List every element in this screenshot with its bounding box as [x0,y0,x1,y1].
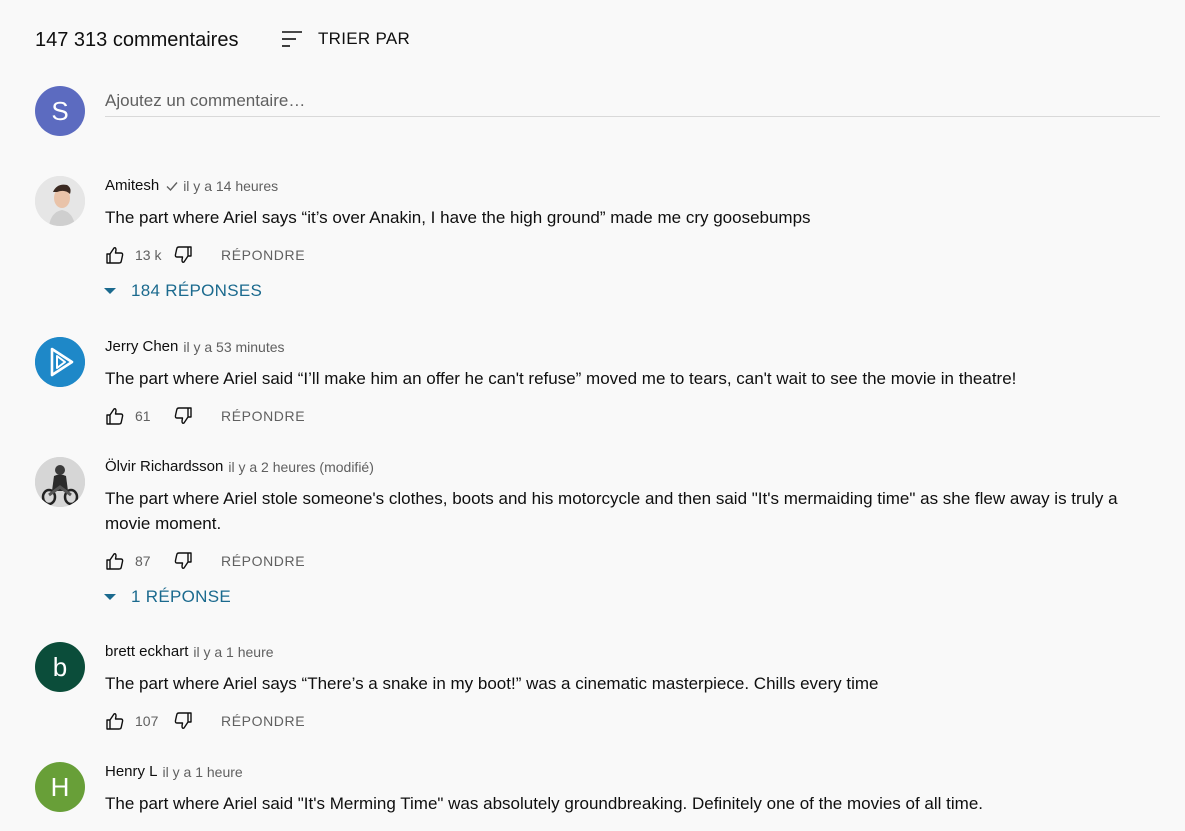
comment-timestamp[interactable]: il y a 1 heure [163,762,243,782]
add-comment: S [35,86,1160,136]
comment-text: The part where Ariel says “There’s a sna… [105,674,879,693]
comment-timestamp[interactable]: il y a 1 heure [193,642,273,662]
sort-label: TRIER PAR [318,29,411,48]
thumbs-down-icon[interactable] [173,245,193,265]
thumbs-down-icon[interactable] [173,406,193,426]
replies-count: 1 RÉPONSE [131,587,232,606]
author-name[interactable]: Henry L [105,762,158,782]
like-count: 13 k [135,247,162,263]
caret-down-icon [104,594,116,600]
comment-meta: Amitesh il y a 14 heures [105,176,1125,196]
thumbs-up-icon[interactable] [105,245,125,265]
comment-count: 147 313 commentaires [35,28,239,51]
avatar-motorcycle-image [35,457,85,507]
comment-input[interactable] [105,86,1160,117]
comment-body: Jerry Chen il y a 53 minutes The part wh… [105,337,1125,428]
replies-count: 184 RÉPONSES [131,281,263,300]
like-count: 107 [135,713,159,729]
comment-meta: brett eckhart il y a 1 heure [105,642,1125,662]
comment-body: Ölvir Richardsson il y a 2 heures (modif… [103,457,1125,607]
avatar[interactable] [35,176,85,226]
author-name[interactable]: Amitesh [105,176,159,196]
thumbs-up-icon[interactable] [105,711,125,731]
thumbs-up-icon[interactable] [105,551,125,571]
avatar[interactable]: H [35,762,85,812]
comment-text: The part where Ariel stole someone's clo… [105,489,1118,533]
play-logo-icon [35,337,85,387]
like-count: 87 [135,553,151,569]
comment-text: The part where Ariel said "It's Merming … [105,794,983,813]
comment-meta: Jerry Chen il y a 53 minutes [105,337,1125,357]
comment-actions: 61 RÉPONDRE [105,404,1125,428]
comment-meta: Ölvir Richardsson il y a 2 heures (modif… [105,457,1125,477]
reply-button[interactable]: RÉPONDRE [221,553,305,569]
reply-button[interactable]: RÉPONDRE [221,713,305,729]
author-name[interactable]: Jerry Chen [105,337,178,357]
comment-body: Henry L il y a 1 heure The part where Ar… [105,762,1125,816]
comment-body: Amitesh il y a 14 heures The part where … [103,176,1125,301]
sort-lines-icon [282,31,302,47]
author-name[interactable]: brett eckhart [105,642,188,662]
comments-header: 147 313 commentaires [35,26,238,54]
like-count: 61 [135,408,151,424]
thumbs-down-icon[interactable] [173,711,193,731]
reply-button[interactable]: RÉPONDRE [221,408,305,424]
comment-actions: 13 k RÉPONDRE [105,243,1125,267]
sort-button[interactable]: TRIER PAR [280,28,410,50]
comment-timestamp[interactable]: il y a 14 heures [183,176,278,196]
comment-actions: 87 RÉPONDRE [105,549,1125,573]
thumbs-down-icon[interactable] [173,551,193,571]
avatar[interactable] [35,337,85,387]
view-replies-button[interactable]: 1 RÉPONSE [103,587,1125,607]
avatar-portrait-image [35,176,85,226]
avatar[interactable] [35,457,85,507]
author-name[interactable]: Ölvir Richardsson [105,457,223,477]
view-replies-button[interactable]: 184 RÉPONSES [103,281,1125,301]
reply-button[interactable]: RÉPONDRE [221,247,305,263]
comment-text: The part where Ariel says “it’s over Ana… [105,208,811,227]
verified-check-icon [166,182,178,192]
current-user-avatar[interactable]: S [35,86,85,136]
avatar[interactable]: b [35,642,85,692]
caret-down-icon [104,288,116,294]
comment-actions: 107 RÉPONDRE [105,709,1125,733]
comment-text: The part where Ariel said “I’ll make him… [105,369,1017,388]
thumbs-up-icon[interactable] [105,406,125,426]
comment-body: brett eckhart il y a 1 heure The part wh… [105,642,1125,733]
comment-timestamp[interactable]: il y a 53 minutes [183,337,284,357]
comment-meta: Henry L il y a 1 heure [105,762,1125,782]
comment-timestamp[interactable]: il y a 2 heures (modifié) [228,457,374,477]
